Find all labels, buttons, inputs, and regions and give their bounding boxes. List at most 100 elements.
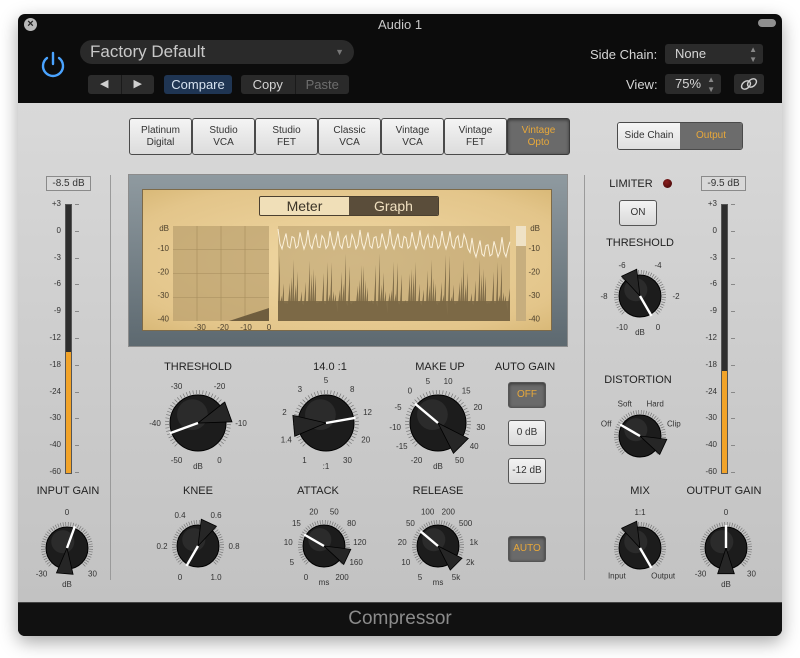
knob-tick <box>52 526 56 530</box>
knob-scale-label: -10 <box>235 419 247 428</box>
knob-tick <box>453 527 457 531</box>
input-gain-knob[interactable]: -30 0 30 dB <box>18 492 123 604</box>
mix-knob[interactable]: Input 1:1 Output <box>584 492 696 604</box>
auto-gain-off-button[interactable]: OFF <box>508 382 546 408</box>
knob-tick <box>336 392 339 397</box>
power-icon[interactable] <box>38 50 68 80</box>
knob-tick <box>190 520 193 525</box>
compare-button[interactable]: Compare <box>164 75 232 94</box>
left-y-tick: -10 <box>157 244 169 253</box>
circuit-type-button[interactable]: Vintage Opto <box>507 118 570 155</box>
knob-tick <box>705 561 710 565</box>
knob-tick <box>456 531 460 535</box>
knob-tick <box>614 301 619 304</box>
knob-tick <box>430 520 433 525</box>
view-select[interactable]: 75% ▲ ▼ <box>665 74 721 94</box>
auto-gain-minus12-button[interactable]: -12 dB <box>508 458 546 484</box>
updown-arrows-icon: ▲ ▼ <box>707 75 715 94</box>
knob-scale-label: 50 <box>455 456 464 465</box>
knob-scale-label: Input <box>608 572 627 581</box>
knob-tick <box>80 527 84 532</box>
circuit-type-button[interactable]: Vintage VCA <box>381 118 444 155</box>
knob-tick <box>660 426 665 429</box>
ratio-knob[interactable]: 1 1.4 2 3 5 8 12 20 30:1 <box>263 360 389 486</box>
meter-tick <box>75 311 79 313</box>
side-chain-select[interactable]: None ▲ ▼ <box>665 44 763 64</box>
knob-tick <box>43 535 48 539</box>
meter-scale-label: +3 <box>707 199 717 208</box>
knob-scale-label: 20 <box>473 403 482 412</box>
circuit-type-button[interactable]: Studio VCA <box>192 118 255 155</box>
limiter-on-button[interactable]: ON <box>619 200 657 226</box>
link-button[interactable] <box>734 74 764 94</box>
knob-scale-label: 0 <box>724 508 729 517</box>
toolbar-toggle-button[interactable] <box>758 19 776 27</box>
knob-scale-label: 0 <box>178 573 183 582</box>
knob-tick <box>300 440 304 445</box>
knob-scale-label: -4 <box>654 261 662 270</box>
knob-tick <box>658 533 662 537</box>
knob-tick <box>618 533 622 537</box>
knob-tick <box>416 397 421 401</box>
preset-menu[interactable]: Factory Default ▼ <box>80 40 354 64</box>
knob-tick <box>41 553 46 556</box>
circuit-type-button[interactable]: Vintage FET <box>444 118 507 155</box>
meter-tick <box>731 472 735 473</box>
release-knob[interactable]: 5 10 20 50 100 200500 1k 2k 5k ms <box>382 490 494 602</box>
knob-tick <box>214 559 219 563</box>
knob-tick <box>619 561 624 565</box>
makeup-knob[interactable]: -20-15 -10 -5 0 5 10 1520 30 40 50 dB <box>375 360 501 486</box>
knob-tick <box>661 551 666 553</box>
knob-tick <box>41 543 46 545</box>
knob-tick <box>351 407 356 411</box>
auto-gain-0db-button[interactable]: 0 dB <box>508 420 546 446</box>
knob-tick <box>653 415 657 420</box>
knob-scale-label: 12 <box>363 408 372 417</box>
prev-preset-button[interactable]: ◀ <box>88 75 122 94</box>
knob-tick <box>305 561 309 565</box>
knob-tick <box>165 427 170 429</box>
knob-scale-label: 15 <box>292 519 301 528</box>
knob-tick <box>618 307 622 311</box>
knob-scale-label: -30 <box>695 569 707 578</box>
knob-tick <box>453 395 457 399</box>
circuit-type-button[interactable]: Studio FET <box>255 118 318 155</box>
knob-tick <box>700 543 705 545</box>
threshold-knob[interactable]: -50 -40 -30 -20 -10 0 dB <box>135 360 261 486</box>
knob-tick <box>330 390 332 395</box>
circuit-type-button[interactable]: Platinum Digital <box>129 118 192 155</box>
knob-tick <box>298 549 303 551</box>
knob-tick <box>343 533 348 537</box>
distortion-knob[interactable]: Off Soft Hard Clip <box>584 380 696 492</box>
knob-scale-label: 20 <box>398 538 407 547</box>
knob-tick <box>59 522 62 527</box>
paste-button[interactable]: Paste <box>296 75 350 94</box>
knob-tick <box>655 563 659 567</box>
auto-release-button[interactable]: AUTO <box>508 536 546 562</box>
knob-tick <box>222 438 226 442</box>
knee-knob[interactable]: 0 0.2 0.4 0.6 0.8 1.0 <box>142 490 254 602</box>
knob-tick <box>445 521 448 526</box>
knob-tick <box>658 307 662 311</box>
circuit-type-line2: FET <box>466 137 485 148</box>
circuit-type-button[interactable]: Classic VCA <box>318 118 381 155</box>
knob-tick <box>205 391 207 396</box>
output-tab[interactable]: Output <box>680 123 742 149</box>
knob-scale-label: Off <box>601 420 612 429</box>
meter-tick <box>731 230 735 232</box>
next-preset-button[interactable]: ▶ <box>122 75 155 94</box>
knob-tick <box>417 559 422 563</box>
knob-scale-label: 8 <box>350 385 355 394</box>
output-level-readout: -9.5 dB <box>701 176 746 191</box>
copy-button[interactable]: Copy <box>241 75 296 94</box>
attack-knob[interactable]: 05 10 15 20 50 80 120 160200 ms <box>268 490 380 602</box>
knob-tick <box>173 553 178 556</box>
side-chain-tab[interactable]: Side Chain <box>618 123 680 149</box>
limiter-threshold-knob[interactable]: -10 -8 -6 -4 -2 0 dB <box>584 240 696 352</box>
knob-scale-label: 20 <box>309 508 318 517</box>
circuit-type-line1: Studio <box>272 125 301 136</box>
knob-tick <box>172 401 176 406</box>
knob-tick <box>655 277 659 281</box>
knob-tick <box>745 535 750 539</box>
knob-tick <box>454 529 459 533</box>
